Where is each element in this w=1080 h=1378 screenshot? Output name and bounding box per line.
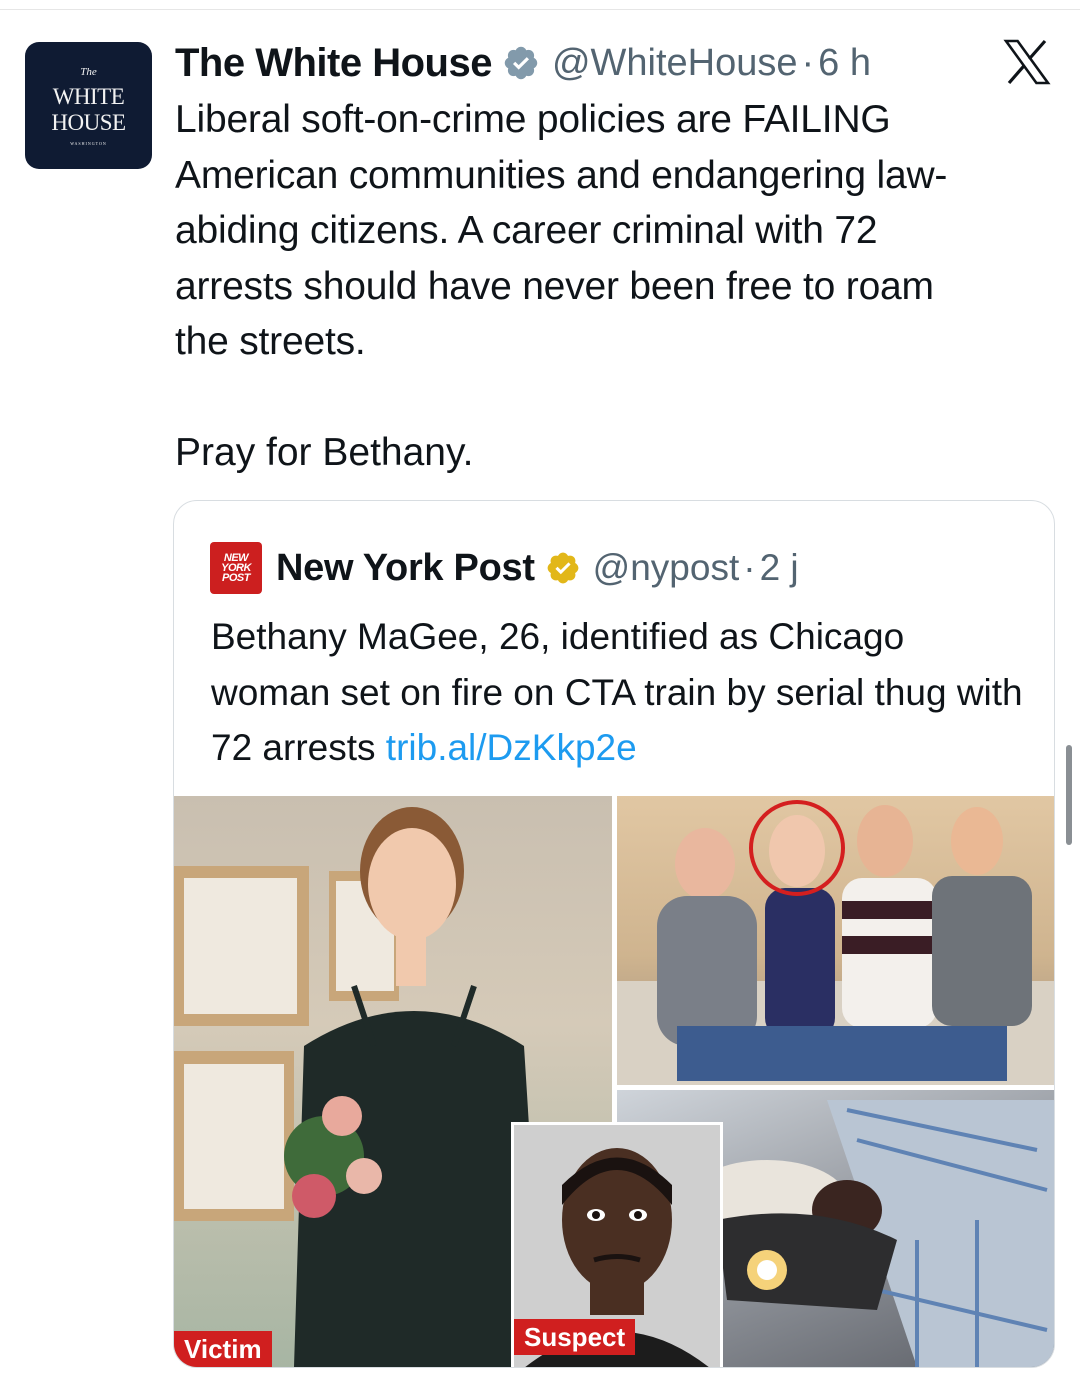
media-collage[interactable]: Victim Suspect <box>174 796 1054 1367</box>
scrollbar[interactable] <box>1066 745 1072 845</box>
author-handle[interactable]: @WhiteHouse <box>552 42 798 85</box>
article-link[interactable]: trib.al/DzKkp2e <box>386 727 637 768</box>
gold-verified-badge-icon <box>545 550 581 586</box>
avatar-text-washington: WASHINGTON <box>70 141 107 146</box>
victim-tag: Victim <box>174 1331 272 1367</box>
quoted-author-name[interactable]: New York Post <box>276 547 535 590</box>
avatar-text-house: HOUSE <box>51 110 126 135</box>
x-logo-icon <box>1003 39 1051 85</box>
suspect-tag: Suspect <box>514 1319 636 1355</box>
family-photo[interactable] <box>617 796 1054 1085</box>
white-house-avatar[interactable]: The WHITE HOUSE WASHINGTON <box>25 42 152 169</box>
separator-dot: · <box>801 41 815 84</box>
quoted-separator-dot: · <box>743 547 756 588</box>
quoted-author-handle[interactable]: @nypost <box>593 547 740 589</box>
quoted-tweet-card[interactable]: NEW YORK POST New York Post @nypost · 2 … <box>173 500 1055 1368</box>
author-name[interactable]: The White House <box>175 41 492 86</box>
new-york-post-logo[interactable]: NEW YORK POST <box>210 542 262 594</box>
quoted-tweet-text: Bethany MaGee, 26, identified as Chicago… <box>211 609 1031 776</box>
tweet-header: The White House @WhiteHouse · 6 h <box>175 36 871 90</box>
tweet-text: Liberal soft-on-crime policies are FAILI… <box>175 98 948 363</box>
quoted-tweet-header: NEW YORK POST New York Post @nypost · 2 … <box>210 541 799 595</box>
top-divider <box>0 9 1080 10</box>
avatar-text-white: WHITE <box>52 84 125 109</box>
avatar-text-the: The <box>80 66 97 78</box>
tweet-text-second-paragraph: Pray for Bethany. <box>175 431 474 474</box>
tweet-timestamp[interactable]: 6 h <box>818 42 871 85</box>
logo-line-post: POST <box>222 572 250 584</box>
quoted-timestamp[interactable]: 2 j <box>760 547 799 589</box>
verified-badge-icon <box>502 44 540 82</box>
